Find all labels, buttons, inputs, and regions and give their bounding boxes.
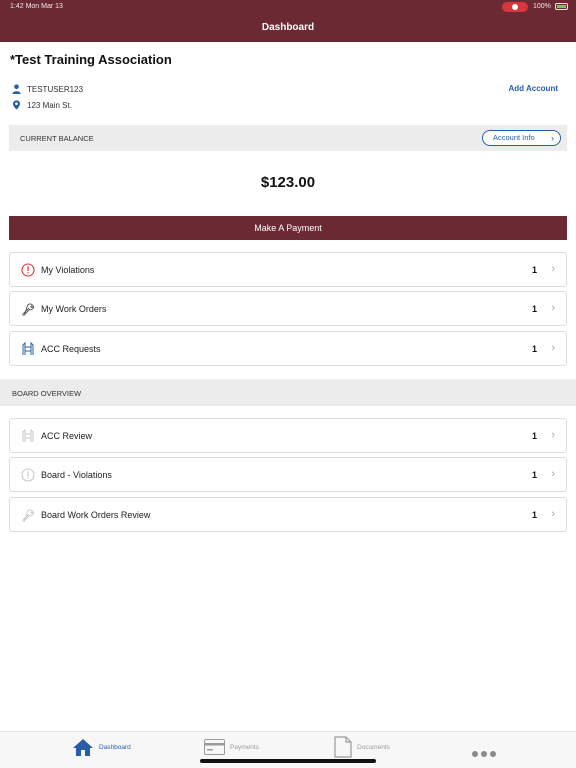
home-indicator xyxy=(200,759,376,763)
list-item-label: My Work Orders xyxy=(41,304,107,314)
list-item-my-violations[interactable]: My Violations 1 › xyxy=(9,252,567,287)
account-info-button[interactable]: Account Info › xyxy=(482,130,561,146)
address-row: 123 Main St. xyxy=(12,100,72,110)
battery-percentage: 100% xyxy=(533,3,551,10)
list-item-board-violations[interactable]: Board - Violations 1 › xyxy=(9,457,567,492)
list-item-my-work-orders[interactable]: My Work Orders 1 › xyxy=(9,291,567,326)
list-item-count: 1 xyxy=(531,470,537,480)
acc-request-icon xyxy=(22,429,34,442)
list-item-label: ACC Review xyxy=(41,431,93,441)
status-bar: 1:42 Mon Mar 13 100% xyxy=(0,0,576,14)
tab-payments[interactable]: Payments xyxy=(204,736,259,758)
make-payment-button[interactable]: Make A Payment xyxy=(9,216,567,240)
list-item-label: Board - Violations xyxy=(41,470,112,480)
screen-recording-icon xyxy=(502,2,528,12)
list-item-label: My Violations xyxy=(41,265,95,275)
list-item-acc-requests[interactable]: ACC Requests 1 › xyxy=(9,331,567,366)
nav-bar: Dashboard xyxy=(0,14,576,42)
balance-amount: $123.00 xyxy=(260,174,316,191)
chevron-right-icon: › xyxy=(551,429,555,441)
chevron-right-icon: › xyxy=(551,468,555,480)
list-item-count: 1 xyxy=(531,344,537,354)
wrench-icon xyxy=(22,509,35,522)
status-time: 1:42 Mon Mar 13 xyxy=(10,3,63,10)
more-icon[interactable] xyxy=(472,751,496,757)
list-item-count: 1 xyxy=(531,510,537,520)
user-icon xyxy=(12,84,21,94)
board-overview-header: BOARD OVERVIEW xyxy=(0,379,576,406)
address: 123 Main St. xyxy=(27,100,72,110)
alert-circle-icon xyxy=(21,263,35,277)
document-icon xyxy=(334,736,352,758)
add-account-link[interactable]: Add Account xyxy=(509,84,558,93)
tab-label: Dashboard xyxy=(99,743,131,751)
page-title: Dashboard xyxy=(261,22,315,33)
acc-request-icon xyxy=(22,342,34,355)
chevron-right-icon: › xyxy=(551,263,555,275)
current-balance-header: CURRENT BALANCE Account Info › xyxy=(9,125,567,151)
tab-label: Documents xyxy=(357,743,390,751)
current-balance-label: CURRENT BALANCE xyxy=(20,134,94,143)
chevron-right-icon: › xyxy=(551,342,555,354)
battery-icon xyxy=(555,3,568,10)
chevron-right-icon: › xyxy=(551,302,555,314)
chevron-right-icon: › xyxy=(551,508,555,520)
home-icon xyxy=(73,738,93,756)
list-item-label: Board Work Orders Review xyxy=(41,510,151,520)
location-pin-icon xyxy=(13,100,20,110)
tab-dashboard[interactable]: Dashboard xyxy=(72,736,131,758)
board-overview-label: BOARD OVERVIEW xyxy=(12,389,82,398)
list-item-count: 1 xyxy=(531,431,537,441)
list-item-board-work-orders-review[interactable]: Board Work Orders Review 1 › xyxy=(9,497,567,532)
list-item-count: 1 xyxy=(531,265,537,275)
alert-circle-icon xyxy=(21,468,35,482)
association-name: *Test Training Association xyxy=(10,52,172,67)
tab-documents[interactable]: Documents xyxy=(334,736,390,758)
credit-card-icon xyxy=(204,739,225,755)
list-item-label: ACC Requests xyxy=(41,344,101,354)
username: TESTUSER123 xyxy=(27,84,84,94)
account-info-label: Account Info xyxy=(493,133,535,142)
username-row: TESTUSER123 xyxy=(12,84,83,94)
chevron-right-icon: › xyxy=(551,133,554,143)
wrench-icon xyxy=(22,303,35,316)
list-item-acc-review[interactable]: ACC Review 1 › xyxy=(9,418,567,453)
tab-label: Payments xyxy=(230,743,259,751)
list-item-count: 1 xyxy=(531,304,537,314)
